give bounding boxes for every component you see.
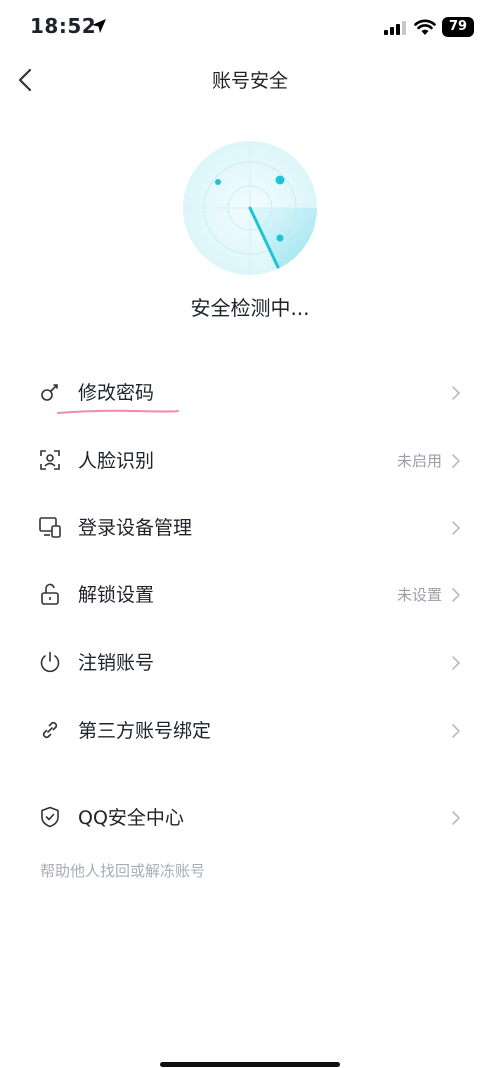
menu-item-device-management[interactable]: 登录设备管理: [0, 499, 500, 555]
menu-item-qq-security-center[interactable]: QQ安全中心: [0, 789, 500, 845]
chevron-right-icon: [452, 724, 461, 738]
chevron-right-icon: [452, 811, 461, 825]
security-scan-radar: [183, 141, 317, 275]
link-icon: [42, 721, 58, 739]
wifi-icon: [414, 19, 436, 35]
menu-item-delete-account[interactable]: 注销账号: [0, 634, 500, 690]
page-title: 账号安全: [211, 70, 288, 92]
chevron-right-icon: [452, 454, 461, 468]
help-recover-account-link[interactable]: 帮助他人找回或解冻账号: [40, 860, 205, 881]
face-scan-icon: [40, 450, 60, 470]
unlock-icon: [41, 583, 59, 605]
key-icon: [41, 384, 58, 401]
menu-item-status: 未启用: [396, 452, 442, 470]
status-bar: 18:52 79: [0, 0, 500, 56]
battery-indicator: 79: [442, 17, 474, 37]
chevron-right-icon: [452, 588, 461, 602]
menu-item-label: 第三方账号绑定: [78, 720, 212, 742]
chevron-right-icon: [452, 386, 461, 400]
power-icon: [40, 651, 60, 673]
menu-item-label: 解锁设置: [78, 584, 155, 606]
chevron-right-icon: [452, 656, 461, 670]
shield-check-icon: [41, 806, 59, 828]
chevron-right-icon: [452, 521, 461, 535]
status-time: 18:52: [30, 14, 97, 38]
nav-bar: 账号安全: [0, 56, 500, 104]
menu-item-label: 登录设备管理: [78, 517, 193, 539]
menu-item-status: 未设置: [396, 586, 442, 604]
menu-item-face-recognition[interactable]: 人脸识别 未启用: [0, 432, 500, 488]
cellular-signal-icon: [384, 21, 406, 35]
home-indicator: [160, 1062, 340, 1067]
menu-item-change-password[interactable]: 修改密码: [0, 364, 500, 420]
menu-item-label: 注销账号: [78, 652, 155, 674]
menu-item-label: 人脸识别: [78, 450, 155, 472]
scan-status-text: 安全检测中...: [190, 296, 310, 320]
location-arrow-icon: [92, 19, 106, 33]
menu-item-unlock-settings[interactable]: 解锁设置 未设置: [0, 566, 500, 622]
devices-icon: [39, 517, 61, 538]
annotation-underline: [57, 409, 179, 414]
menu-item-third-party-binding[interactable]: 第三方账号绑定: [0, 702, 500, 758]
menu-item-label: 修改密码: [78, 382, 155, 404]
menu-item-label: QQ安全中心: [78, 807, 184, 829]
